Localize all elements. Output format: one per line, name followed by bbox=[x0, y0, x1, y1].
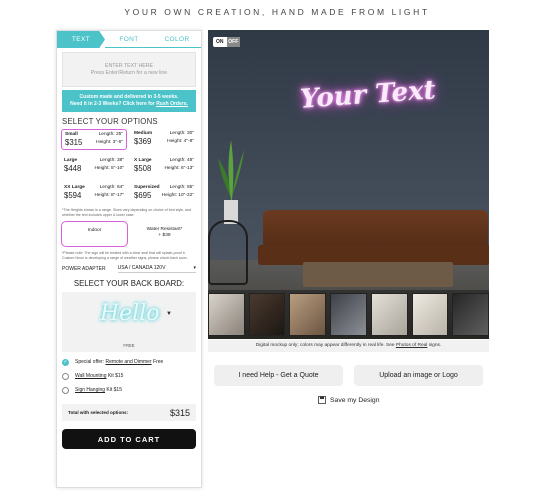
rush-prefix: Need it in 2-3 Weeks? Click here for bbox=[70, 101, 155, 107]
addon-remote-dimmer[interactable]: ✓ Special offer: Remote and Dimmer Free bbox=[62, 358, 196, 366]
remote-dimmer-link[interactable]: Remote and Dimmer bbox=[105, 359, 151, 365]
total-label: Total with selected options: bbox=[68, 410, 129, 415]
toggle-off[interactable]: OFF bbox=[226, 37, 240, 47]
size-option-x-large[interactable]: X Large $508 Length: 48" Height: 6"-13" bbox=[131, 156, 197, 177]
background-thumbnail[interactable] bbox=[248, 293, 286, 336]
size-option-xx-large[interactable]: XX Large $594 Length: 64" Height: 8"-17" bbox=[61, 183, 127, 204]
upload-image-button[interactable]: Upload an image or Logo bbox=[354, 365, 483, 386]
backboard-title: SELECT YOUR BACK BOARD: bbox=[73, 279, 185, 288]
save-icon bbox=[318, 396, 326, 404]
page-tagline: YOUR OWN CREATION, HAND MADE FROM LIGHT bbox=[124, 7, 430, 17]
customizer-tabs: TEXT FONT COLOR bbox=[57, 31, 201, 48]
chair-image bbox=[208, 220, 248, 285]
sign-hanging-link[interactable]: Sign Hanging bbox=[75, 387, 105, 393]
sign-preview: Your Text ON OFF bbox=[208, 30, 489, 339]
background-thumbnail[interactable] bbox=[411, 293, 449, 336]
tab-text[interactable]: TEXT bbox=[57, 31, 105, 48]
options-title: SELECT YOUR OPTIONS bbox=[62, 117, 158, 126]
size-option-small[interactable]: Small $315 Length: 25" Height: 3"-6" bbox=[61, 129, 127, 150]
type-option-water-resistant[interactable]: Water Resistant* + $39 bbox=[132, 221, 197, 247]
background-thumbnail[interactable] bbox=[370, 293, 408, 336]
location-options: Indoor Water Resistant* + $39 bbox=[61, 221, 197, 247]
size-options: Small $315 Length: 25" Height: 3"-6" Med… bbox=[61, 129, 197, 204]
check-icon[interactable]: ✓ bbox=[62, 358, 69, 366]
delivery-time: Custom made and delivered in 3-5 weeks. bbox=[79, 94, 179, 100]
photos-of-real-link[interactable]: Photos of Real bbox=[396, 343, 427, 348]
radio-icon[interactable] bbox=[62, 386, 69, 394]
background-thumbnail[interactable] bbox=[208, 293, 245, 336]
size-option-medium[interactable]: Medium $369 Length: 30" Height: 4"-8" bbox=[131, 129, 197, 150]
total-amount: $315 bbox=[169, 407, 190, 418]
add-to-cart-button[interactable]: ADD TO CART bbox=[62, 429, 196, 449]
type-note: *Please note: The sign will be treated w… bbox=[62, 251, 188, 260]
size-note: *The Heights shown is a range. Sizes var… bbox=[62, 208, 192, 217]
addon-sign-hanging[interactable]: Sign Hanging Kit $15 bbox=[62, 386, 196, 394]
caret-down-icon: ▼ bbox=[166, 311, 172, 317]
chevron-down-icon: ▾ bbox=[193, 265, 196, 271]
background-thumbnail[interactable] bbox=[330, 293, 367, 336]
power-adapter-label: POWER ADAPTER bbox=[62, 266, 106, 272]
power-adapter-select[interactable]: USA / CANADA 120V ▾ bbox=[117, 265, 196, 273]
total-row: Total with selected options: $315 bbox=[62, 404, 196, 421]
on-off-toggle[interactable]: ON OFF bbox=[213, 37, 240, 47]
addon-wall-mounting[interactable]: Wall Mounting Kit $15 bbox=[62, 372, 196, 380]
plant-image bbox=[218, 140, 244, 224]
delivery-notice: Custom made and delivered in 3-5 weeks. … bbox=[62, 90, 196, 112]
tab-font[interactable]: FONT bbox=[105, 31, 153, 48]
size-option-large[interactable]: Large $448 Length: 38" Height: 5"-10" bbox=[61, 156, 127, 177]
background-thumbnail[interactable] bbox=[452, 293, 489, 336]
neon-text-input[interactable]: ENTER TEXT HERE Press Enter/Return for a… bbox=[62, 52, 196, 87]
get-quote-button[interactable]: I need Help - Get a Quote bbox=[214, 365, 343, 386]
backboard-select[interactable]: Hello ▼ FREE bbox=[62, 292, 196, 352]
radio-icon[interactable] bbox=[62, 372, 69, 380]
text-input-placeholder: ENTER TEXT HERE bbox=[105, 63, 153, 69]
rush-orders-link[interactable]: Rush Orders. bbox=[156, 101, 188, 107]
background-thumbnails bbox=[208, 290, 489, 339]
text-input-hint: Press Enter/Return for a new line bbox=[90, 70, 168, 76]
wall-mounting-link[interactable]: Wall Mounting bbox=[75, 373, 107, 379]
toggle-on[interactable]: ON bbox=[213, 37, 227, 47]
backboard-label: FREE bbox=[123, 343, 135, 348]
tab-color[interactable]: COLOR bbox=[153, 31, 201, 48]
power-adapter-row: POWER ADAPTER USA / CANADA 120V ▾ bbox=[62, 265, 196, 273]
customizer-panel: TEXT FONT COLOR ENTER TEXT HERE Press En… bbox=[56, 30, 202, 488]
backboard-preview-text: Hello bbox=[100, 301, 160, 326]
mockup-disclaimer: Digital mockup only; colors may appear d… bbox=[208, 340, 489, 352]
size-option-supersized[interactable]: Supersized $695 Length: 85" Height: 10"-… bbox=[131, 183, 197, 204]
coffee-table-image bbox=[303, 262, 453, 287]
background-thumbnail[interactable] bbox=[289, 293, 327, 336]
type-option-indoor[interactable]: Indoor bbox=[61, 221, 128, 247]
save-design-button[interactable]: Save my Design bbox=[318, 396, 380, 404]
